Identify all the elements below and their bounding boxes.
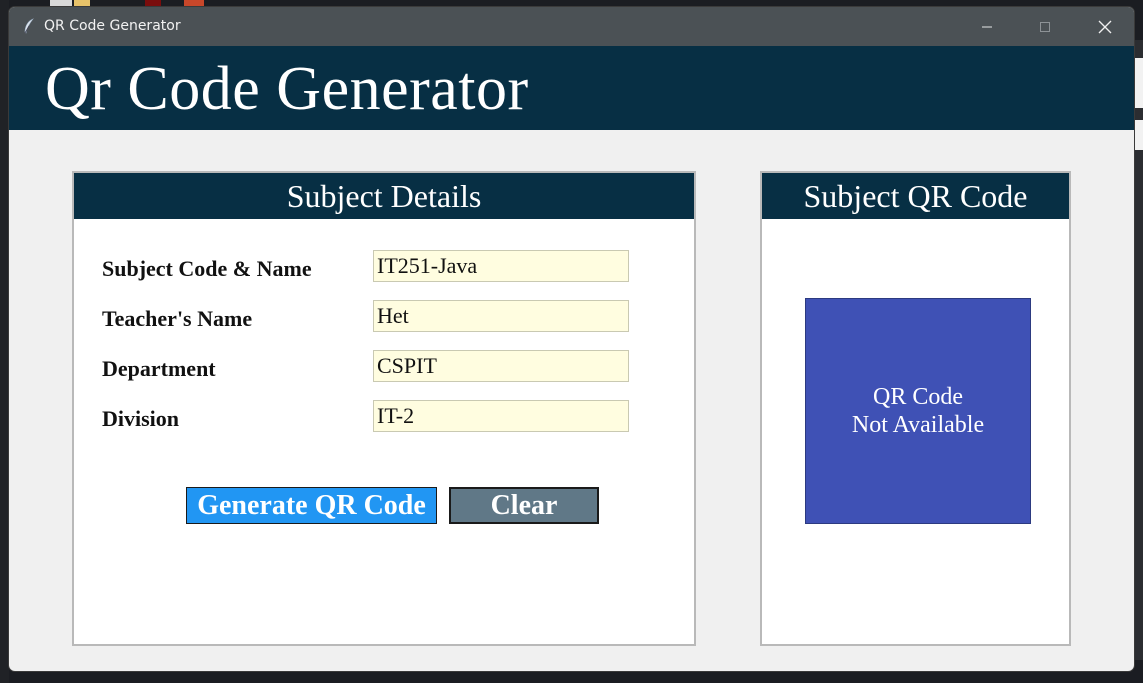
minimize-icon: [982, 26, 992, 27]
close-icon: [1098, 20, 1112, 33]
teacher-name-label: Teacher's Name: [102, 306, 253, 331]
maximize-button[interactable]: [1016, 7, 1074, 46]
teacher-name-input[interactable]: [373, 300, 629, 332]
department-label: Department: [102, 356, 216, 381]
subject-details-panel: Subject Details Subject Code & Name Teac…: [72, 171, 696, 646]
desktop-background-left: [0, 0, 9, 683]
close-button[interactable]: [1076, 7, 1134, 46]
background-window-strip: [1133, 120, 1143, 150]
clear-button[interactable]: Clear: [449, 487, 599, 524]
background-window-strip: [1133, 58, 1143, 108]
title-bar[interactable]: QR Code Generator: [9, 7, 1134, 46]
subject-code-label: Subject Code & Name: [102, 256, 312, 281]
division-input[interactable]: [373, 400, 629, 432]
subject-details-title: Subject Details: [74, 173, 694, 219]
department-input[interactable]: [373, 350, 629, 382]
generate-qr-button[interactable]: Generate QR Code: [186, 487, 437, 524]
feather-icon: [23, 18, 35, 34]
maximize-icon: [1040, 21, 1050, 32]
subject-qr-title: Subject QR Code: [762, 173, 1069, 219]
app-window: QR Code Generator Qr Code Generator Subj…: [9, 7, 1134, 671]
desktop-background-right: [1133, 40, 1143, 660]
division-label: Division: [102, 406, 180, 431]
minimize-button[interactable]: [958, 7, 1016, 46]
qr-placeholder-line2: Not Available: [851, 412, 985, 438]
qr-code-placeholder: QR Code Not Available: [805, 298, 1031, 524]
app-header: Qr Code Generator: [9, 46, 1134, 130]
subject-qr-panel: Subject QR Code QR Code Not Available: [760, 171, 1071, 646]
window-title: QR Code Generator: [44, 18, 181, 34]
app-heading: Qr Code Generator: [45, 55, 529, 123]
subject-code-input[interactable]: [373, 250, 629, 282]
qr-placeholder-line1: QR Code: [873, 384, 963, 410]
